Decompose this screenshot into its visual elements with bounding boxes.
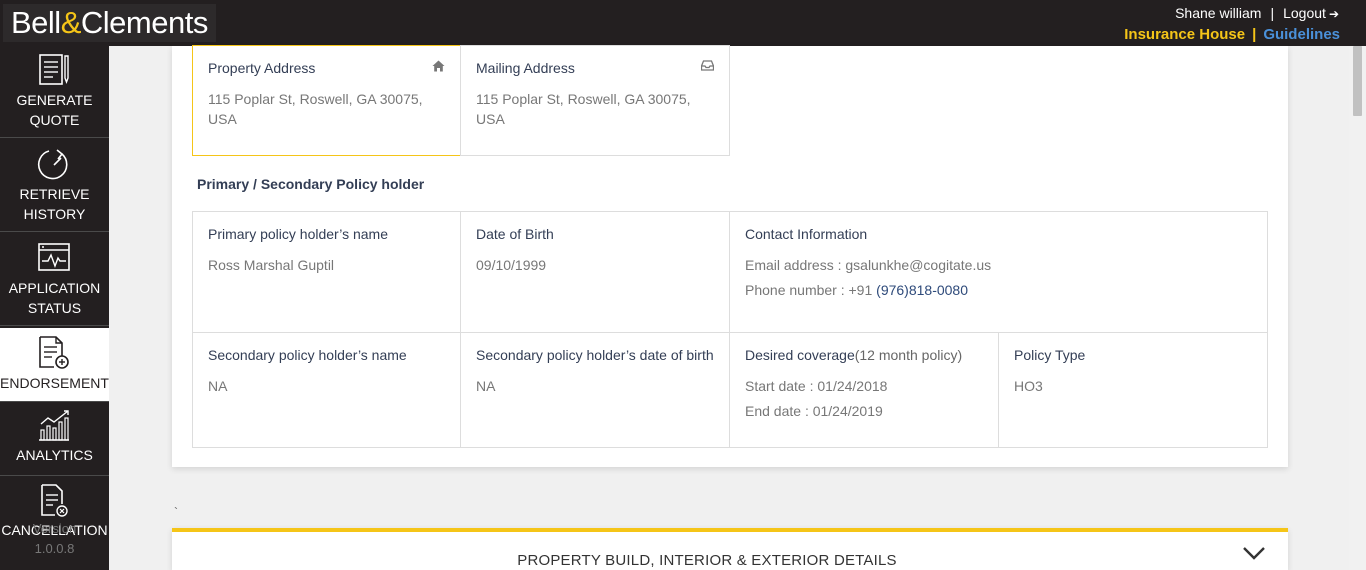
email-address: Email address : gsalunkhe@cogitate.us [745,257,992,273]
primary-holder-name-cell: Primary policy holder’s name Ross Marsha… [192,211,461,333]
property-details-accordion[interactable]: PROPERTY BUILD, INTERIOR & EXTERIOR DETA… [172,528,1288,570]
policy-type-label: Policy Type [1014,347,1086,363]
desired-coverage-period: (12 month policy) [854,347,963,363]
user-menu: Shane william | Logout ➔ [1175,5,1339,21]
sidebar-item-analytics[interactable]: ANALYTICS [0,402,109,476]
home-icon [432,60,445,75]
sidebar-label-line1: GENERATE [16,92,93,108]
logo-text-right: Clements [80,5,208,40]
policy-type-cell: Policy Type HO3 [998,332,1268,448]
policy-type-value: HO3 [1014,378,1043,394]
property-address-value: 115 Poplar St, Roswell, GA 30075, USA [208,91,423,127]
chevron-down-icon[interactable] [1242,546,1266,560]
header-links: Insurance House | Guidelines [1124,26,1340,43]
coverage-end-date: End date : 01/24/2019 [745,403,883,419]
top-bar: Bell&Clements Shane william | Logout ➔ Insu… [0,0,1366,46]
secondary-holder-name-value: NA [208,378,228,394]
sidebar-label-line2: HISTORY [23,206,86,222]
sidebar-item-cancellation[interactable]: CANCELLATION Version 1.0.0.8 [0,476,109,570]
mailing-address-value: 115 Poplar St, Roswell, GA 30075, USA [476,91,691,127]
sidebar-item-retrieve-history[interactable]: RETRIEVE HISTORY [0,140,109,232]
property-address-title: Property Address [208,60,316,76]
date-of-birth-value: 09/10/1999 [476,257,547,273]
logout-icon: ➔ [1328,7,1339,21]
page-scrollbar[interactable] [1349,46,1366,570]
sidebar-label-line1: APPLICATION [8,280,101,296]
mailing-address-cell: Mailing Address 115 Poplar St, Roswell, … [460,45,730,156]
policy-details-card: Property Address 115 Poplar St, Roswell,… [172,45,1288,467]
version-label: Version [32,521,77,536]
sidebar-item-generate-quote[interactable]: GENERATE QUOTE [0,46,109,138]
primary-holder-name-label: Primary policy holder’s name [208,226,388,242]
sidebar-label-line1: RETRIEVE [19,186,90,202]
logout-label: Logout [1283,5,1326,21]
desired-coverage-cell: Desired coverage(12 month policy) Start … [729,332,999,448]
secondary-holder-dob-value: NA [476,378,496,394]
links-separator: | [1252,26,1257,43]
desired-coverage-label: Desired coverage(12 month policy) [745,346,983,364]
scrollbar-thumb[interactable] [1353,46,1362,116]
sidebar-label-line1: ANALYTICS [16,447,93,463]
primary-holder-name-value: Ross Marshal Guptil [208,257,335,273]
sidebar-label-line2: STATUS [27,300,82,316]
secondary-holder-name-cell: Secondary policy holder’s name NA [192,332,461,448]
endorsement-icon [39,336,69,369]
coverage-start-date: Start date : 01/24/2018 [745,378,888,394]
generate-quote-icon [39,54,69,85]
policy-holder-heading: Primary / Secondary Policy holder [197,176,425,192]
sidebar-label-line2: QUOTE [29,112,80,128]
desired-coverage-title: Desired coverage [745,347,855,363]
contact-information-label: Contact Information [745,226,868,242]
mailing-address-title: Mailing Address [476,60,575,76]
application-status-icon [38,243,70,271]
secondary-holder-dob-cell: Secondary policy holder’s date of birth … [460,332,730,448]
secondary-holder-dob-label: Secondary policy holder’s date of birth [476,347,714,363]
contact-information-cell: Contact Information Email address : gsal… [729,211,1268,333]
sidebar-item-application-status[interactable]: APPLICATION STATUS [0,234,109,326]
logo-text-left: Bell [11,5,61,40]
guidelines-link[interactable]: Guidelines [1263,26,1340,43]
date-of-birth-cell: Date of Birth 09/10/1999 [460,211,730,333]
phone-number-link[interactable]: (976)818-0080 [876,282,968,298]
logo-ampersand: & [60,5,82,40]
sidebar-item-endorsement[interactable]: ENDORSEMENT [0,328,109,402]
user-name: Shane william [1175,5,1262,21]
insurance-house-link[interactable]: Insurance House [1124,26,1245,43]
stray-mark: ` [174,505,178,519]
phone-number: Phone number : +91 (976)818-0080 [745,280,1252,300]
version-number: 1.0.0.8 [34,541,75,556]
retrieve-history-icon [37,149,68,180]
sidebar: GENERATE QUOTE RETRIEVE HISTORY APPLICAT… [0,46,109,570]
analytics-icon [39,410,69,441]
cancellation-icon [41,484,68,517]
property-address-cell: Property Address 115 Poplar St, Roswell,… [192,45,461,156]
logout-link[interactable]: Logout ➔ [1283,5,1339,21]
phone-prefix: Phone number : +91 [745,282,877,298]
sidebar-label-line1: ENDORSEMENT [0,375,109,391]
date-of-birth-label: Date of Birth [476,226,554,242]
brand-logo[interactable]: Bell&Clements [3,4,216,42]
user-separator: | [1270,5,1275,21]
accordion-title: PROPERTY BUILD, INTERIOR & EXTERIOR DETA… [517,552,897,569]
secondary-holder-name-label: Secondary policy holder’s name [208,347,407,363]
inbox-icon [700,60,715,74]
